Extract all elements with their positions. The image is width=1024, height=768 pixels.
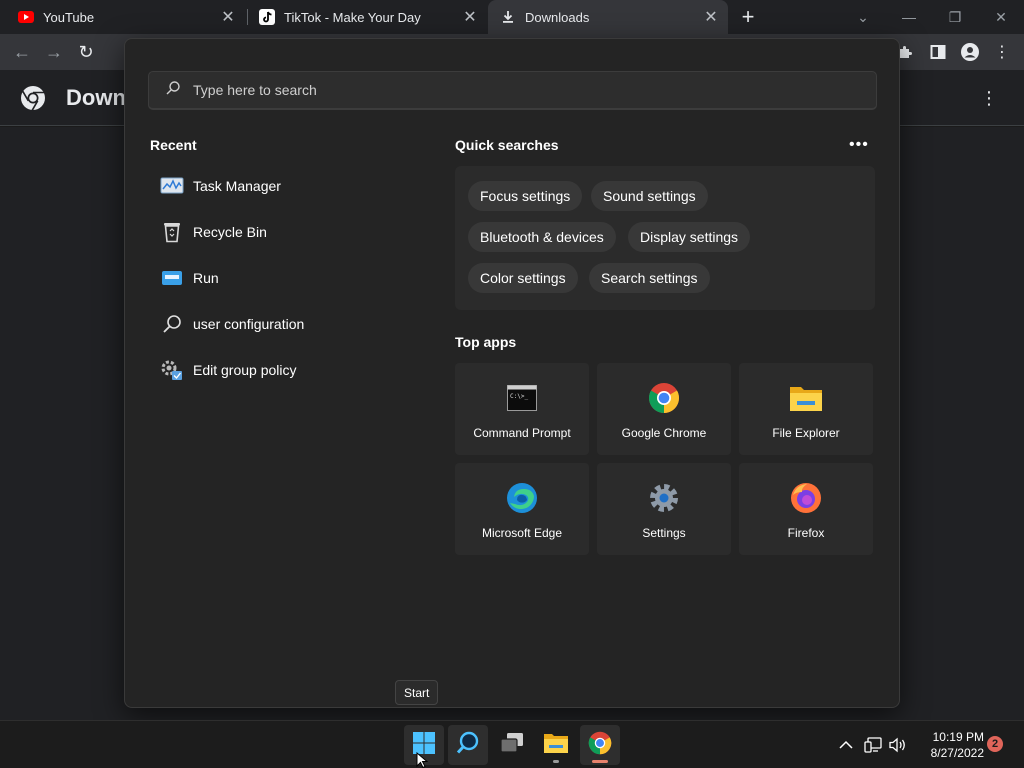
app-tile-microsoft-edge[interactable]: Microsoft Edge: [455, 463, 589, 555]
active-indicator: [592, 760, 608, 763]
close-tab-icon[interactable]: ✕: [461, 8, 479, 26]
quick-search-display-settings[interactable]: Display settings: [628, 222, 751, 252]
side-panel-icon[interactable]: [926, 40, 950, 64]
recent-item-label: user configuration: [193, 316, 305, 332]
search-box[interactable]: [148, 71, 877, 110]
file-explorer-icon: [789, 381, 823, 415]
notification-count-badge[interactable]: 2: [987, 736, 1003, 752]
top-apps-heading: Top apps: [455, 334, 517, 350]
running-indicator: [553, 760, 559, 763]
settings-gear-icon: [647, 481, 681, 515]
reload-icon[interactable]: ↻: [74, 40, 98, 64]
recent-item-user-configuration[interactable]: user configuration: [159, 309, 304, 339]
firefox-icon: [789, 481, 823, 515]
tab-downloads[interactable]: Downloads ✕: [488, 0, 728, 34]
search-input[interactable]: [193, 82, 793, 98]
window-controls: ⌄ — ❐ ✕: [840, 0, 1024, 34]
recent-item-label: Recycle Bin: [193, 224, 267, 240]
recent-item-run[interactable]: Run: [159, 263, 219, 293]
quick-search-search-settings[interactable]: Search settings: [589, 263, 710, 293]
recent-item-edit-group-policy[interactable]: Edit group policy: [159, 355, 297, 385]
chrome-icon: [647, 381, 681, 415]
recent-item-task-manager[interactable]: Task Manager: [159, 171, 281, 201]
recent-item-label: Edit group policy: [193, 362, 297, 378]
network-icon[interactable]: [862, 721, 884, 768]
recent-item-label: Run: [193, 270, 219, 286]
search-icon: [159, 311, 185, 337]
recent-heading: Recent: [150, 137, 197, 153]
edge-icon: [505, 481, 539, 515]
quick-search-color-settings[interactable]: Color settings: [468, 263, 578, 293]
more-options-icon[interactable]: •••: [849, 136, 869, 154]
tab-title: YouTube: [43, 9, 95, 25]
tab-separator: [247, 9, 248, 25]
youtube-icon: [18, 9, 34, 25]
start-tooltip: Start: [395, 680, 439, 705]
profile-avatar-icon[interactable]: [958, 40, 982, 64]
menu-kebab-icon[interactable]: ⋮: [990, 40, 1014, 64]
taskbar: 10:19 PM 8/27/2022: [0, 720, 1024, 768]
task-view-icon: [499, 732, 525, 759]
file-explorer-icon: [543, 732, 569, 759]
svg-text:C:\>_: C:\>_: [510, 393, 528, 400]
page-menu-kebab-icon[interactable]: ⋮: [980, 88, 998, 109]
tiktok-icon: [259, 9, 275, 25]
tab-strip: YouTube ✕ TikTok - Make Your Day ✕ Downl…: [0, 0, 1024, 34]
quick-searches-panel: Focus settings Sound settings Bluetooth …: [455, 166, 875, 310]
recent-item-label: Task Manager: [193, 178, 281, 194]
page-title: Down: [66, 85, 126, 110]
tab-youtube[interactable]: YouTube ✕: [0, 0, 245, 34]
close-tab-icon[interactable]: ✕: [219, 8, 237, 26]
clock-date: 8/27/2022: [930, 746, 984, 760]
recycle-bin-icon: [159, 219, 185, 245]
task-manager-icon: [159, 173, 185, 199]
tab-title: TikTok - Make Your Day: [284, 9, 421, 25]
task-view-button[interactable]: [492, 725, 532, 765]
app-tile-label: Firefox: [787, 526, 825, 540]
tab-title: Downloads: [525, 9, 590, 25]
back-arrow-icon[interactable]: ←: [10, 40, 34, 64]
app-tile-settings[interactable]: Settings: [597, 463, 731, 555]
tab-tiktok[interactable]: TikTok - Make Your Day ✕: [249, 0, 487, 34]
app-tile-label: Command Prompt: [473, 426, 571, 440]
app-tile-firefox[interactable]: Firefox: [739, 463, 873, 555]
windows-search-flyout: Recent Task Manager Recycle Bin Run user…: [124, 38, 900, 708]
chrome-icon: [588, 731, 612, 760]
download-icon: [500, 9, 516, 25]
quick-searches-heading: Quick searches: [455, 137, 559, 153]
recent-item-recycle-bin[interactable]: Recycle Bin: [159, 217, 267, 247]
restore-icon[interactable]: ❐: [932, 0, 978, 34]
run-icon: [159, 265, 185, 291]
mouse-cursor-icon: [416, 751, 429, 768]
minimize-icon[interactable]: —: [886, 0, 932, 34]
taskbar-clock[interactable]: 10:19 PM 8/27/2022: [912, 729, 984, 761]
search-icon: [165, 80, 181, 101]
quick-search-bluetooth-devices[interactable]: Bluetooth & devices: [468, 222, 616, 252]
new-tab-button[interactable]: +: [736, 4, 760, 29]
group-policy-icon: [159, 357, 185, 383]
clock-time: 10:19 PM: [932, 730, 984, 744]
taskbar-file-explorer[interactable]: [536, 725, 576, 765]
chrome-logo-icon: [20, 85, 46, 116]
app-tile-file-explorer[interactable]: File Explorer: [739, 363, 873, 455]
quick-search-sound-settings[interactable]: Sound settings: [591, 181, 708, 211]
command-prompt-icon: C:\>_: [505, 381, 539, 415]
chevron-down-icon[interactable]: ⌄: [840, 0, 886, 34]
search-icon: [455, 730, 481, 761]
app-tile-command-prompt[interactable]: C:\>_ Command Prompt: [455, 363, 589, 455]
close-window-icon[interactable]: ✕: [978, 0, 1024, 34]
forward-arrow-icon[interactable]: →: [42, 40, 66, 64]
show-hidden-icons-chevron-up-icon[interactable]: [836, 721, 856, 768]
taskbar-search-button[interactable]: [448, 725, 488, 765]
taskbar-chrome[interactable]: [580, 725, 620, 765]
app-tile-label: File Explorer: [772, 426, 840, 440]
volume-icon[interactable]: [886, 721, 910, 768]
app-tile-label: Microsoft Edge: [481, 526, 563, 540]
app-tile-label: Google Chrome: [621, 426, 707, 440]
quick-search-focus-settings[interactable]: Focus settings: [468, 181, 583, 211]
close-tab-icon[interactable]: ✕: [702, 8, 720, 26]
app-tile-google-chrome[interactable]: Google Chrome: [597, 363, 731, 455]
app-tile-label: Settings: [642, 526, 686, 540]
